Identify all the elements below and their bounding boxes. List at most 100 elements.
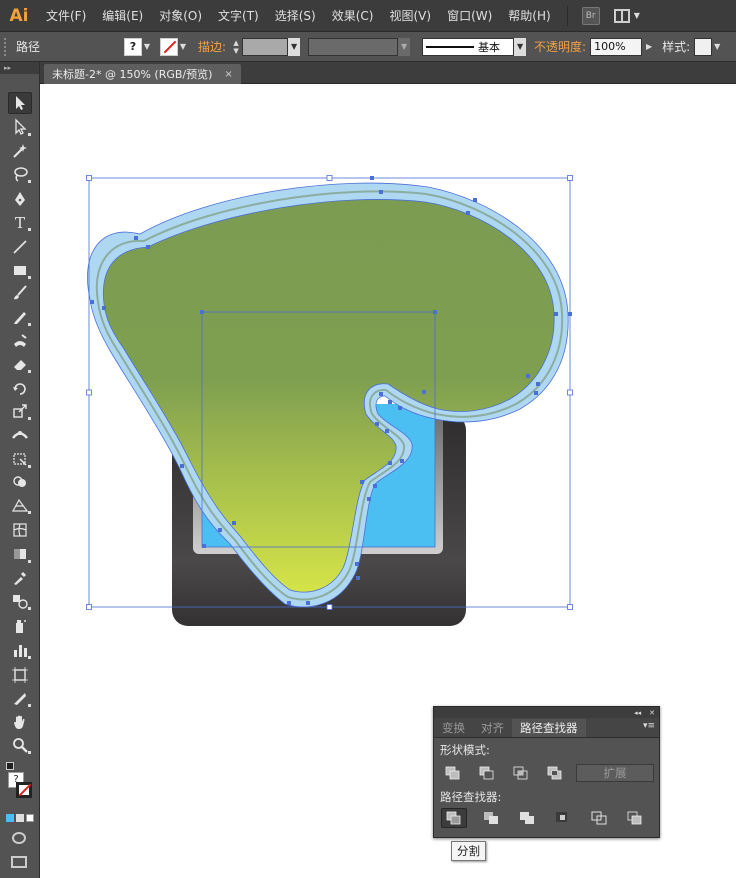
stroke-swatch[interactable] [160, 37, 178, 56]
brush-dropdown-icon[interactable]: ▼ [514, 37, 527, 56]
shape-builder-tool[interactable] [8, 471, 32, 493]
width-tool[interactable] [8, 424, 32, 446]
default-colors-icon[interactable] [6, 762, 14, 770]
menu-edit[interactable]: 编辑(E) [94, 0, 151, 32]
tools-panel-collapse-icon[interactable]: ▸▸ [0, 62, 39, 74]
pathfinder-panel: ◂◂ ✕ 变换 对齐 路径查找器 ▾≡ 形状模式: 扩展 路径查找器: [433, 706, 660, 838]
collapse-panel-icon[interactable]: ◂◂ [634, 709, 641, 717]
anchor-point [433, 310, 437, 314]
line-segment-tool[interactable] [8, 236, 32, 258]
menu-view[interactable]: 视图(V) [381, 0, 439, 32]
width-icon [12, 431, 28, 439]
selection-tool[interactable] [8, 92, 32, 114]
menu-effect[interactable]: 效果(C) [324, 0, 382, 32]
stroke-weight-label[interactable]: 描边: [198, 38, 226, 55]
gradient-mode-icon[interactable] [16, 814, 24, 822]
stroke-weight-spinner[interactable]: ▲ ▼ [230, 38, 242, 56]
minus-front-button[interactable] [474, 763, 500, 783]
minus-back-button[interactable] [622, 808, 648, 828]
fill-dropdown-icon[interactable]: ▼ [142, 38, 152, 56]
paintbrush-tool[interactable] [8, 282, 32, 304]
eyedropper-tool[interactable] [8, 567, 32, 589]
blend-tool[interactable] [8, 590, 32, 612]
menu-type[interactable]: 文字(T) [210, 0, 267, 32]
lasso-tool[interactable] [8, 163, 32, 185]
opacity-input[interactable]: 100% [590, 37, 643, 56]
anchor-point [360, 480, 364, 484]
rectangle-tool[interactable] [8, 259, 32, 281]
blob-green-fill[interactable] [102, 199, 555, 593]
brush-definition[interactable]: 基本 [422, 37, 515, 56]
bridge-button[interactable]: Br [581, 6, 600, 25]
merge-button[interactable] [514, 808, 540, 828]
selection-icon [16, 96, 25, 110]
fill-swatch[interactable]: ? [124, 37, 142, 56]
fill-stroke-indicator[interactable]: ? [6, 762, 36, 802]
opacity-dropdown-icon[interactable]: ▶ [642, 38, 656, 56]
document-tab[interactable]: 未标题-2* @ 150% (RGB/预览) × [44, 64, 241, 84]
scale-tool[interactable] [8, 400, 32, 422]
panel-menu-icon[interactable]: ▾≡ [643, 721, 655, 731]
stroke-weight-input[interactable] [242, 37, 289, 56]
menu-window[interactable]: 窗口(W) [439, 0, 500, 32]
gradient-tool[interactable] [8, 543, 32, 565]
drawing-mode-icon[interactable] [12, 832, 26, 844]
tool-flyout-indicator [28, 276, 31, 279]
menu-select[interactable]: 选择(S) [267, 0, 324, 32]
pencil-tool[interactable] [8, 306, 32, 328]
outline-button[interactable] [586, 808, 612, 828]
menu-object[interactable]: 对象(O) [151, 0, 210, 32]
crop-button[interactable] [550, 808, 576, 828]
menu-file[interactable]: 文件(F) [38, 0, 94, 32]
layout-grid-icon [613, 8, 630, 23]
trim-button[interactable] [478, 808, 504, 828]
symbol-sprayer-tool[interactable] [8, 615, 32, 637]
exclude-button[interactable] [542, 763, 568, 783]
divide-button[interactable] [441, 808, 467, 828]
intersect-button[interactable] [508, 763, 534, 783]
tab-align[interactable]: 对齐 [473, 719, 512, 737]
eraser-tool[interactable] [8, 353, 32, 375]
pen-tool[interactable] [8, 188, 32, 210]
hand-tool[interactable] [8, 711, 32, 733]
anchor-point [370, 176, 374, 180]
blob-brush-tool[interactable] [8, 330, 32, 352]
tool-flyout-indicator [28, 417, 31, 420]
mesh-tool[interactable] [8, 519, 32, 541]
tab-transform[interactable]: 变换 [434, 719, 473, 737]
column-graph-icon [14, 645, 27, 657]
screen-mode-icon[interactable] [11, 856, 27, 868]
graphic-style-swatch[interactable] [694, 37, 713, 56]
zoom-tool[interactable] [8, 734, 32, 756]
profile-dropdown-icon[interactable]: ▼ [398, 37, 411, 56]
direct-selection-tool[interactable] [8, 116, 32, 138]
tab-pathfinder[interactable]: 路径查找器 [512, 719, 586, 737]
perspective-grid-tool[interactable] [8, 494, 32, 516]
close-icon[interactable]: × [224, 69, 232, 80]
variable-width-profile[interactable] [308, 37, 399, 56]
magic-wand-tool[interactable] [8, 140, 32, 162]
menu-help[interactable]: 帮助(H) [500, 0, 558, 32]
unite-button[interactable] [440, 763, 466, 783]
artboard-tool[interactable] [8, 664, 32, 686]
close-icon[interactable]: ✕ [649, 709, 655, 717]
opacity-label[interactable]: 不透明度: [534, 38, 586, 55]
type-tool[interactable]: T [8, 211, 32, 233]
color-mode-buttons[interactable] [6, 814, 36, 824]
workspace-layout-button[interactable]: ▼ [613, 7, 642, 25]
anchor-point [526, 374, 530, 378]
stroke-dropdown-icon[interactable]: ▼ [178, 38, 188, 56]
stroke-swatch-large[interactable] [16, 782, 32, 798]
panel-grip-icon[interactable] [4, 37, 10, 56]
tool-flyout-indicator [28, 704, 31, 707]
rotate-tool[interactable] [8, 378, 32, 400]
color-mode-icon[interactable] [6, 814, 14, 822]
expand-button[interactable]: 扩展 [576, 764, 654, 782]
slice-tool[interactable] [8, 687, 32, 709]
column-graph-tool[interactable] [8, 639, 32, 661]
graphic-style-dropdown-icon[interactable]: ▼ [712, 38, 722, 56]
stroke-weight-dropdown-icon[interactable]: ▼ [288, 37, 301, 56]
none-mode-icon[interactable] [26, 814, 34, 822]
free-transform-tool[interactable] [8, 448, 32, 470]
eraser-icon [14, 360, 26, 370]
